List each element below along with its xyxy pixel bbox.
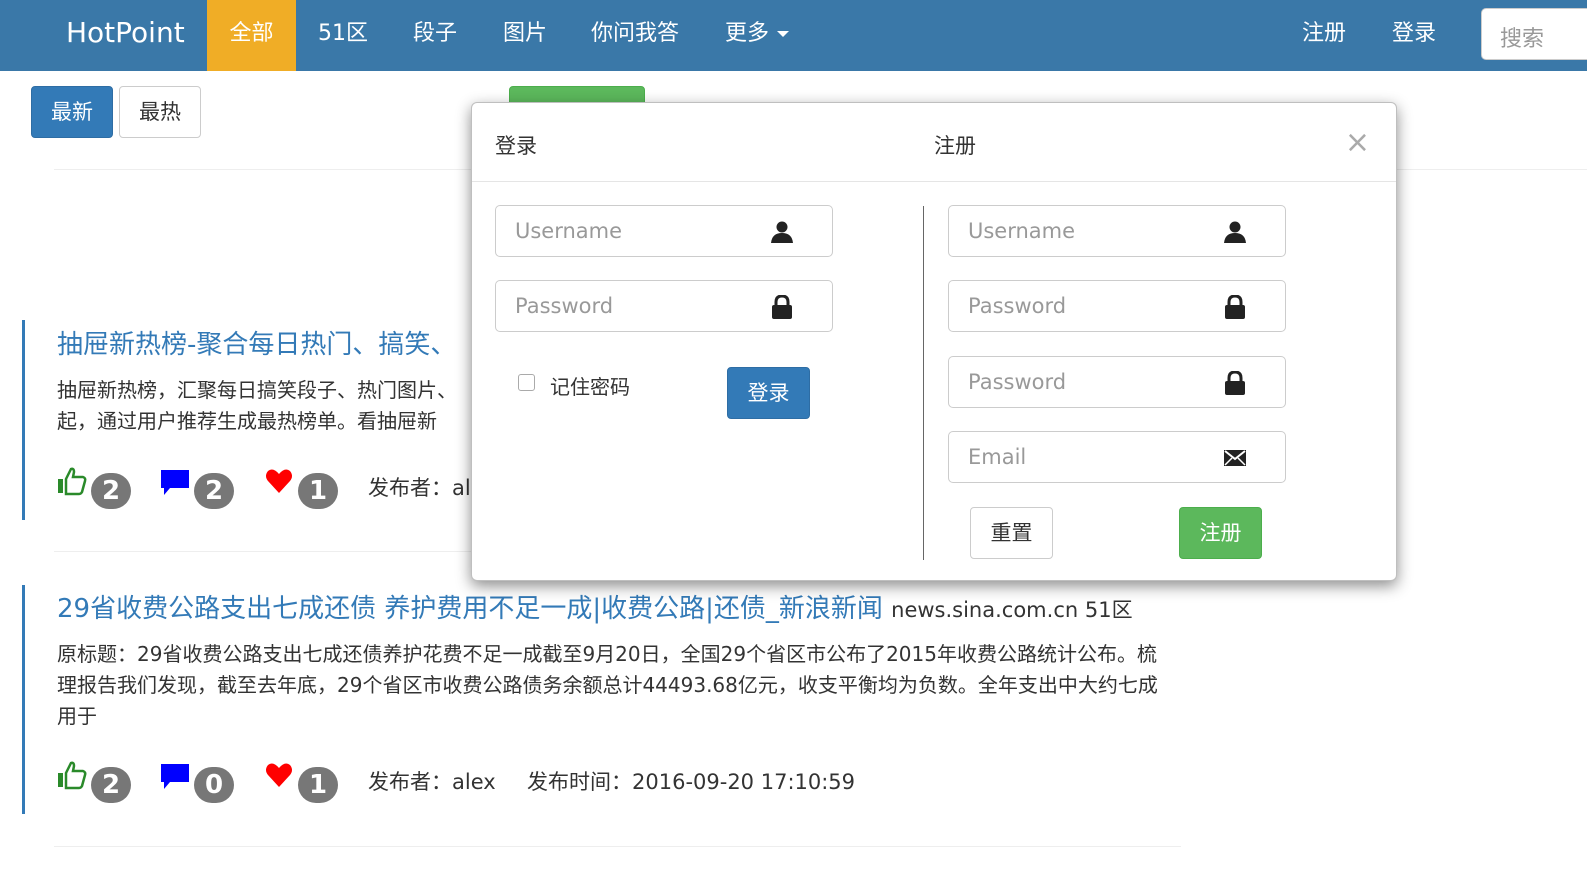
modal-header: 登录 注册 × bbox=[472, 103, 1396, 182]
thumbs-up-icon[interactable] bbox=[57, 760, 87, 790]
register-password-field[interactable] bbox=[948, 280, 1286, 332]
article-item bbox=[22, 585, 25, 814]
remember-label: 记住密码 bbox=[550, 375, 630, 399]
divider bbox=[54, 846, 1181, 847]
comment-icon[interactable] bbox=[160, 762, 190, 792]
login-register-modal: 登录 注册 × 记住密码 登录 bbox=[471, 102, 1397, 581]
article-title[interactable]: 抽屉新热榜-聚合每日热门、搞笑、 bbox=[57, 324, 456, 361]
favorite-count-badge: 1 bbox=[298, 473, 338, 509]
article-item bbox=[22, 320, 25, 520]
nav-login-link[interactable]: 登录 bbox=[1370, 0, 1458, 71]
remember-checkbox[interactable] bbox=[518, 374, 535, 391]
article-title-text[interactable]: 29省收费公路支出七成还债 养护费用不足一成|收费公路|还债_新浪新闻 bbox=[57, 594, 883, 624]
lock-icon bbox=[1225, 295, 1245, 319]
login-password-input[interactable] bbox=[515, 291, 765, 321]
close-icon[interactable]: × bbox=[1345, 125, 1370, 160]
publisher-label: 发布者：alex bbox=[368, 770, 496, 794]
publish-time-label: 发布时间：2016-09-20 17:10:59 bbox=[527, 770, 856, 794]
sort-hottest-button[interactable]: 最热 bbox=[119, 86, 201, 138]
comment-count-badge: 2 bbox=[194, 473, 234, 509]
register-password-input[interactable] bbox=[968, 291, 1218, 321]
lock-icon bbox=[772, 295, 792, 319]
nav-more-label: 更多 bbox=[724, 21, 769, 46]
thumbs-up-icon[interactable] bbox=[57, 466, 87, 496]
search-input[interactable]: 搜索 bbox=[1481, 8, 1587, 60]
register-email-field[interactable] bbox=[948, 431, 1286, 483]
nav-item-all[interactable]: 全部 bbox=[207, 0, 296, 71]
article-meta: 2 2 1 发布者：al bbox=[57, 466, 477, 510]
user-icon bbox=[1224, 221, 1246, 243]
heart-icon[interactable] bbox=[265, 762, 293, 788]
register-confirm-password-input[interactable] bbox=[968, 367, 1218, 397]
nav-item-pictures[interactable]: 图片 bbox=[480, 0, 570, 71]
nav-item-jokes[interactable]: 段子 bbox=[390, 0, 480, 71]
register-submit-button[interactable]: 注册 bbox=[1179, 507, 1262, 559]
login-username-field[interactable] bbox=[495, 205, 833, 257]
nav-register-link[interactable]: 注册 bbox=[1280, 0, 1368, 71]
heart-icon[interactable] bbox=[265, 468, 293, 494]
comment-icon[interactable] bbox=[160, 468, 190, 498]
login-password-field[interactable] bbox=[495, 280, 833, 332]
register-email-input[interactable] bbox=[968, 442, 1218, 472]
form-divider bbox=[923, 206, 924, 560]
caret-down-icon bbox=[777, 31, 789, 37]
article-meta: 2 0 1 发布者：alex 发布时间：2016-09-20 17:10:59 bbox=[57, 760, 877, 804]
modal-register-title: 注册 bbox=[934, 134, 976, 158]
article-body: 原标题：29省收费公路支出七成还债养护花费不足一成截至9月20日，全国29个省区… bbox=[57, 642, 1158, 728]
nav-item-51[interactable]: 51区 bbox=[298, 0, 388, 71]
nav-item-more[interactable]: 更多 bbox=[703, 0, 811, 71]
login-username-input[interactable] bbox=[515, 216, 765, 246]
envelope-icon bbox=[1224, 450, 1246, 466]
login-submit-button[interactable]: 登录 bbox=[727, 367, 810, 419]
nav-item-qa[interactable]: 你问我答 bbox=[572, 0, 698, 71]
register-username-input[interactable] bbox=[968, 216, 1218, 246]
register-confirm-password-field[interactable] bbox=[948, 356, 1286, 408]
like-count-badge: 2 bbox=[91, 767, 131, 803]
publisher-label: 发布者：al bbox=[368, 476, 471, 500]
brand-logo[interactable]: HotPoint bbox=[66, 16, 185, 49]
sort-latest-button[interactable]: 最新 bbox=[31, 86, 113, 138]
modal-login-title: 登录 bbox=[495, 134, 537, 158]
navbar: HotPoint 全部 51区 段子 图片 你问我答 更多 注册 登录 搜索 bbox=[0, 0, 1587, 71]
user-icon bbox=[771, 221, 793, 243]
register-reset-button[interactable]: 重置 bbox=[970, 507, 1053, 559]
comment-count-badge: 0 bbox=[194, 767, 234, 803]
like-count-badge: 2 bbox=[91, 473, 131, 509]
article-source: news.sina.com.cn 51区 bbox=[891, 598, 1133, 622]
article-title[interactable]: 29省收费公路支出七成还债 养护费用不足一成|收费公路|还债_新浪新闻 news… bbox=[57, 588, 1133, 625]
lock-icon bbox=[1225, 371, 1245, 395]
register-username-field[interactable] bbox=[948, 205, 1286, 257]
favorite-count-badge: 1 bbox=[298, 767, 338, 803]
